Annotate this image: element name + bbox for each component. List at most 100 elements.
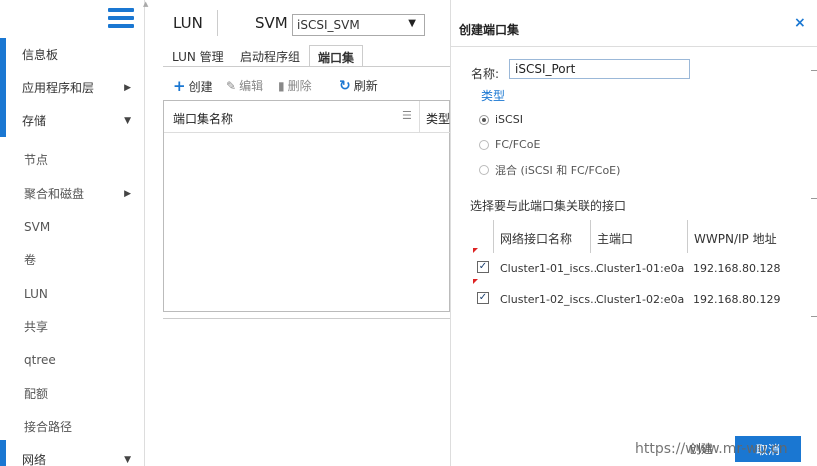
close-icon[interactable]: × xyxy=(794,15,806,31)
column-portset-name[interactable]: 端口集名称 xyxy=(173,110,233,127)
table-row[interactable]: ✓ Cluster1-01_iscs... Cluster1-01:e0a 19… xyxy=(471,248,786,285)
sidebar-item-label: LUN xyxy=(24,286,48,301)
radio-iscsi[interactable]: iSCSI xyxy=(479,113,523,126)
svm-label: SVM xyxy=(255,14,288,32)
name-label: 名称: xyxy=(471,67,500,81)
modified-flag-icon xyxy=(473,248,478,253)
svm-select[interactable]: iSCSI_SVM ▼ xyxy=(292,14,425,36)
radio-fc-fcoe[interactable]: FC/FCoE xyxy=(479,138,540,151)
tab-initiator-groups[interactable]: 启动程序组 xyxy=(240,45,300,67)
delete-button[interactable]: ▮ 删除 xyxy=(278,77,312,94)
sidebar-item-label: 信息板 xyxy=(22,48,59,62)
sidebar-item-dashboard[interactable]: 信息板 xyxy=(0,38,145,71)
chevron-right-icon: ▶ xyxy=(124,188,131,199)
home-port: Cluster1-02:e0a xyxy=(596,293,685,306)
menu-icon[interactable] xyxy=(108,8,134,30)
sidebar-item-storage[interactable]: 存储 ▼ xyxy=(0,104,145,137)
grid-header: 端口集名称 ☰ 类型 xyxy=(164,101,451,133)
delete-label: 删除 xyxy=(287,79,312,93)
page-title: LUN xyxy=(173,14,203,32)
sidebar-item-applications[interactable]: 应用程序和层 ▶ xyxy=(0,71,145,104)
table-row[interactable]: ✓ Cluster1-02_iscs... Cluster1-02:e0a 19… xyxy=(471,279,786,316)
sidebar-item-shares[interactable]: 共享 xyxy=(0,310,145,343)
svm-select-value: iSCSI_SVM xyxy=(297,18,360,32)
chevron-down-icon: ▼ xyxy=(124,454,131,465)
radio-checked-icon xyxy=(479,114,489,125)
sidebar-item-svm[interactable]: SVM xyxy=(0,210,145,243)
home-port: Cluster1-01:e0a xyxy=(596,262,685,275)
edge-marker xyxy=(811,70,817,71)
sidebar-item-label: 存储 xyxy=(22,114,47,128)
plus-icon: + xyxy=(173,77,186,95)
radio-icon xyxy=(479,139,489,150)
create-portset-dialog: 创建端口集 × 名称: 类型 iSCSI FC/FCoE 混合 (iSCSI 和… xyxy=(450,0,817,466)
row-checkbox[interactable]: ✓ xyxy=(477,292,489,304)
type-label: 类型 xyxy=(481,89,506,103)
dialog-title: 创建端口集 xyxy=(459,23,520,37)
toolbar: + 创建 ✎ 编辑 ▮ 删除 ↻ 刷新 xyxy=(163,74,450,96)
radio-label: 混合 (iSCSI 和 FC/FCoE) xyxy=(495,164,621,177)
ip-address: 192.168.80.129 xyxy=(693,293,781,306)
watermark: https://www.mr-wu.cn xyxy=(635,441,788,457)
tab-bar: LUN 管理 启动程序组 端口集 xyxy=(163,45,450,67)
sidebar-item-label: 聚合和磁盘 xyxy=(24,187,85,201)
header-divider xyxy=(217,10,218,36)
create-button[interactable]: + 创建 xyxy=(173,77,213,95)
modified-flag-icon xyxy=(473,279,478,284)
refresh-label: 刷新 xyxy=(353,79,378,93)
tab-portsets[interactable]: 端口集 xyxy=(309,45,364,67)
sidebar-item-label: 网络 xyxy=(22,453,47,466)
radio-label: iSCSI xyxy=(495,113,523,126)
main-panel: LUN SVM iSCSI_SVM ▼ LUN 管理 启动程序组 端口集 + 创建… xyxy=(163,0,451,466)
edit-button[interactable]: ✎ 编辑 xyxy=(226,77,263,94)
radio-label: FC/FCoE xyxy=(495,138,541,151)
sidebar-item-label: 应用程序和层 xyxy=(22,81,95,95)
caret-down-icon: ▼ xyxy=(408,18,416,29)
tab-lun-management[interactable]: LUN 管理 xyxy=(172,45,224,67)
edge-marker xyxy=(811,198,817,199)
column-home-port[interactable]: 主端口 xyxy=(597,230,633,247)
sidebar-item-nodes[interactable]: 节点 xyxy=(0,143,145,176)
create-label: 创建 xyxy=(188,79,213,94)
refresh-button[interactable]: ↻ 刷新 xyxy=(339,77,378,94)
sidebar-item-label: 配额 xyxy=(24,387,49,401)
sidebar-item-label: qtree xyxy=(24,352,56,367)
sidebar-item-quotas[interactable]: 配额 xyxy=(0,377,145,410)
column-address[interactable]: WWPN/IP 地址 xyxy=(694,230,777,247)
radio-mixed[interactable]: 混合 (iSCSI 和 FC/FCoE) xyxy=(479,162,620,178)
refresh-icon: ↻ xyxy=(339,77,351,94)
sidebar-item-label: 卷 xyxy=(24,253,37,267)
name-input[interactable] xyxy=(509,59,690,79)
scroll-up-icon[interactable]: ▲ xyxy=(143,0,149,12)
pencil-icon: ✎ xyxy=(226,78,237,93)
sidebar-item-label: 共享 xyxy=(24,320,49,334)
column-divider xyxy=(590,220,591,253)
sidebar: 信息板 应用程序和层 ▶ 存储 ▼ 节点 聚合和磁盘 ▶ SVM 卷 LUN 共享 q… xyxy=(0,0,145,466)
column-divider xyxy=(687,220,688,253)
sidebar-item-qtree[interactable]: qtree xyxy=(0,343,145,376)
sidebar-item-junction-path[interactable]: 接合路径 xyxy=(0,410,145,443)
sidebar-header xyxy=(0,0,144,38)
sidebar-item-aggregates[interactable]: 聚合和磁盘 ▶ xyxy=(0,177,145,210)
radio-icon xyxy=(479,165,489,175)
sidebar-item-label: 接合路径 xyxy=(24,420,73,434)
tab-divider xyxy=(163,66,450,67)
interfaces-label: 选择要与此端口集关联的接口 xyxy=(470,199,627,213)
sidebar-item-network[interactable]: 网络 ▼ xyxy=(0,443,145,466)
sidebar-item-volumes[interactable]: 卷 xyxy=(0,243,145,276)
column-divider xyxy=(493,220,494,253)
panel-divider xyxy=(163,318,450,319)
chevron-right-icon: ▶ xyxy=(124,82,131,93)
filter-icon[interactable]: ☰ xyxy=(402,109,412,122)
ip-address: 192.168.80.128 xyxy=(693,262,781,275)
edge-marker xyxy=(811,316,817,317)
edit-label: 编辑 xyxy=(239,79,264,93)
sidebar-item-lun[interactable]: LUN xyxy=(0,277,145,310)
portset-grid: 端口集名称 ☰ 类型 xyxy=(163,100,451,312)
column-type[interactable]: 类型 xyxy=(426,110,450,127)
interface-name: Cluster1-02_iscs... xyxy=(500,293,601,306)
column-interface-name[interactable]: 网络接口名称 xyxy=(500,230,572,247)
interface-name: Cluster1-01_iscs... xyxy=(500,262,601,275)
row-checkbox[interactable]: ✓ xyxy=(477,261,489,273)
column-divider xyxy=(419,101,420,133)
